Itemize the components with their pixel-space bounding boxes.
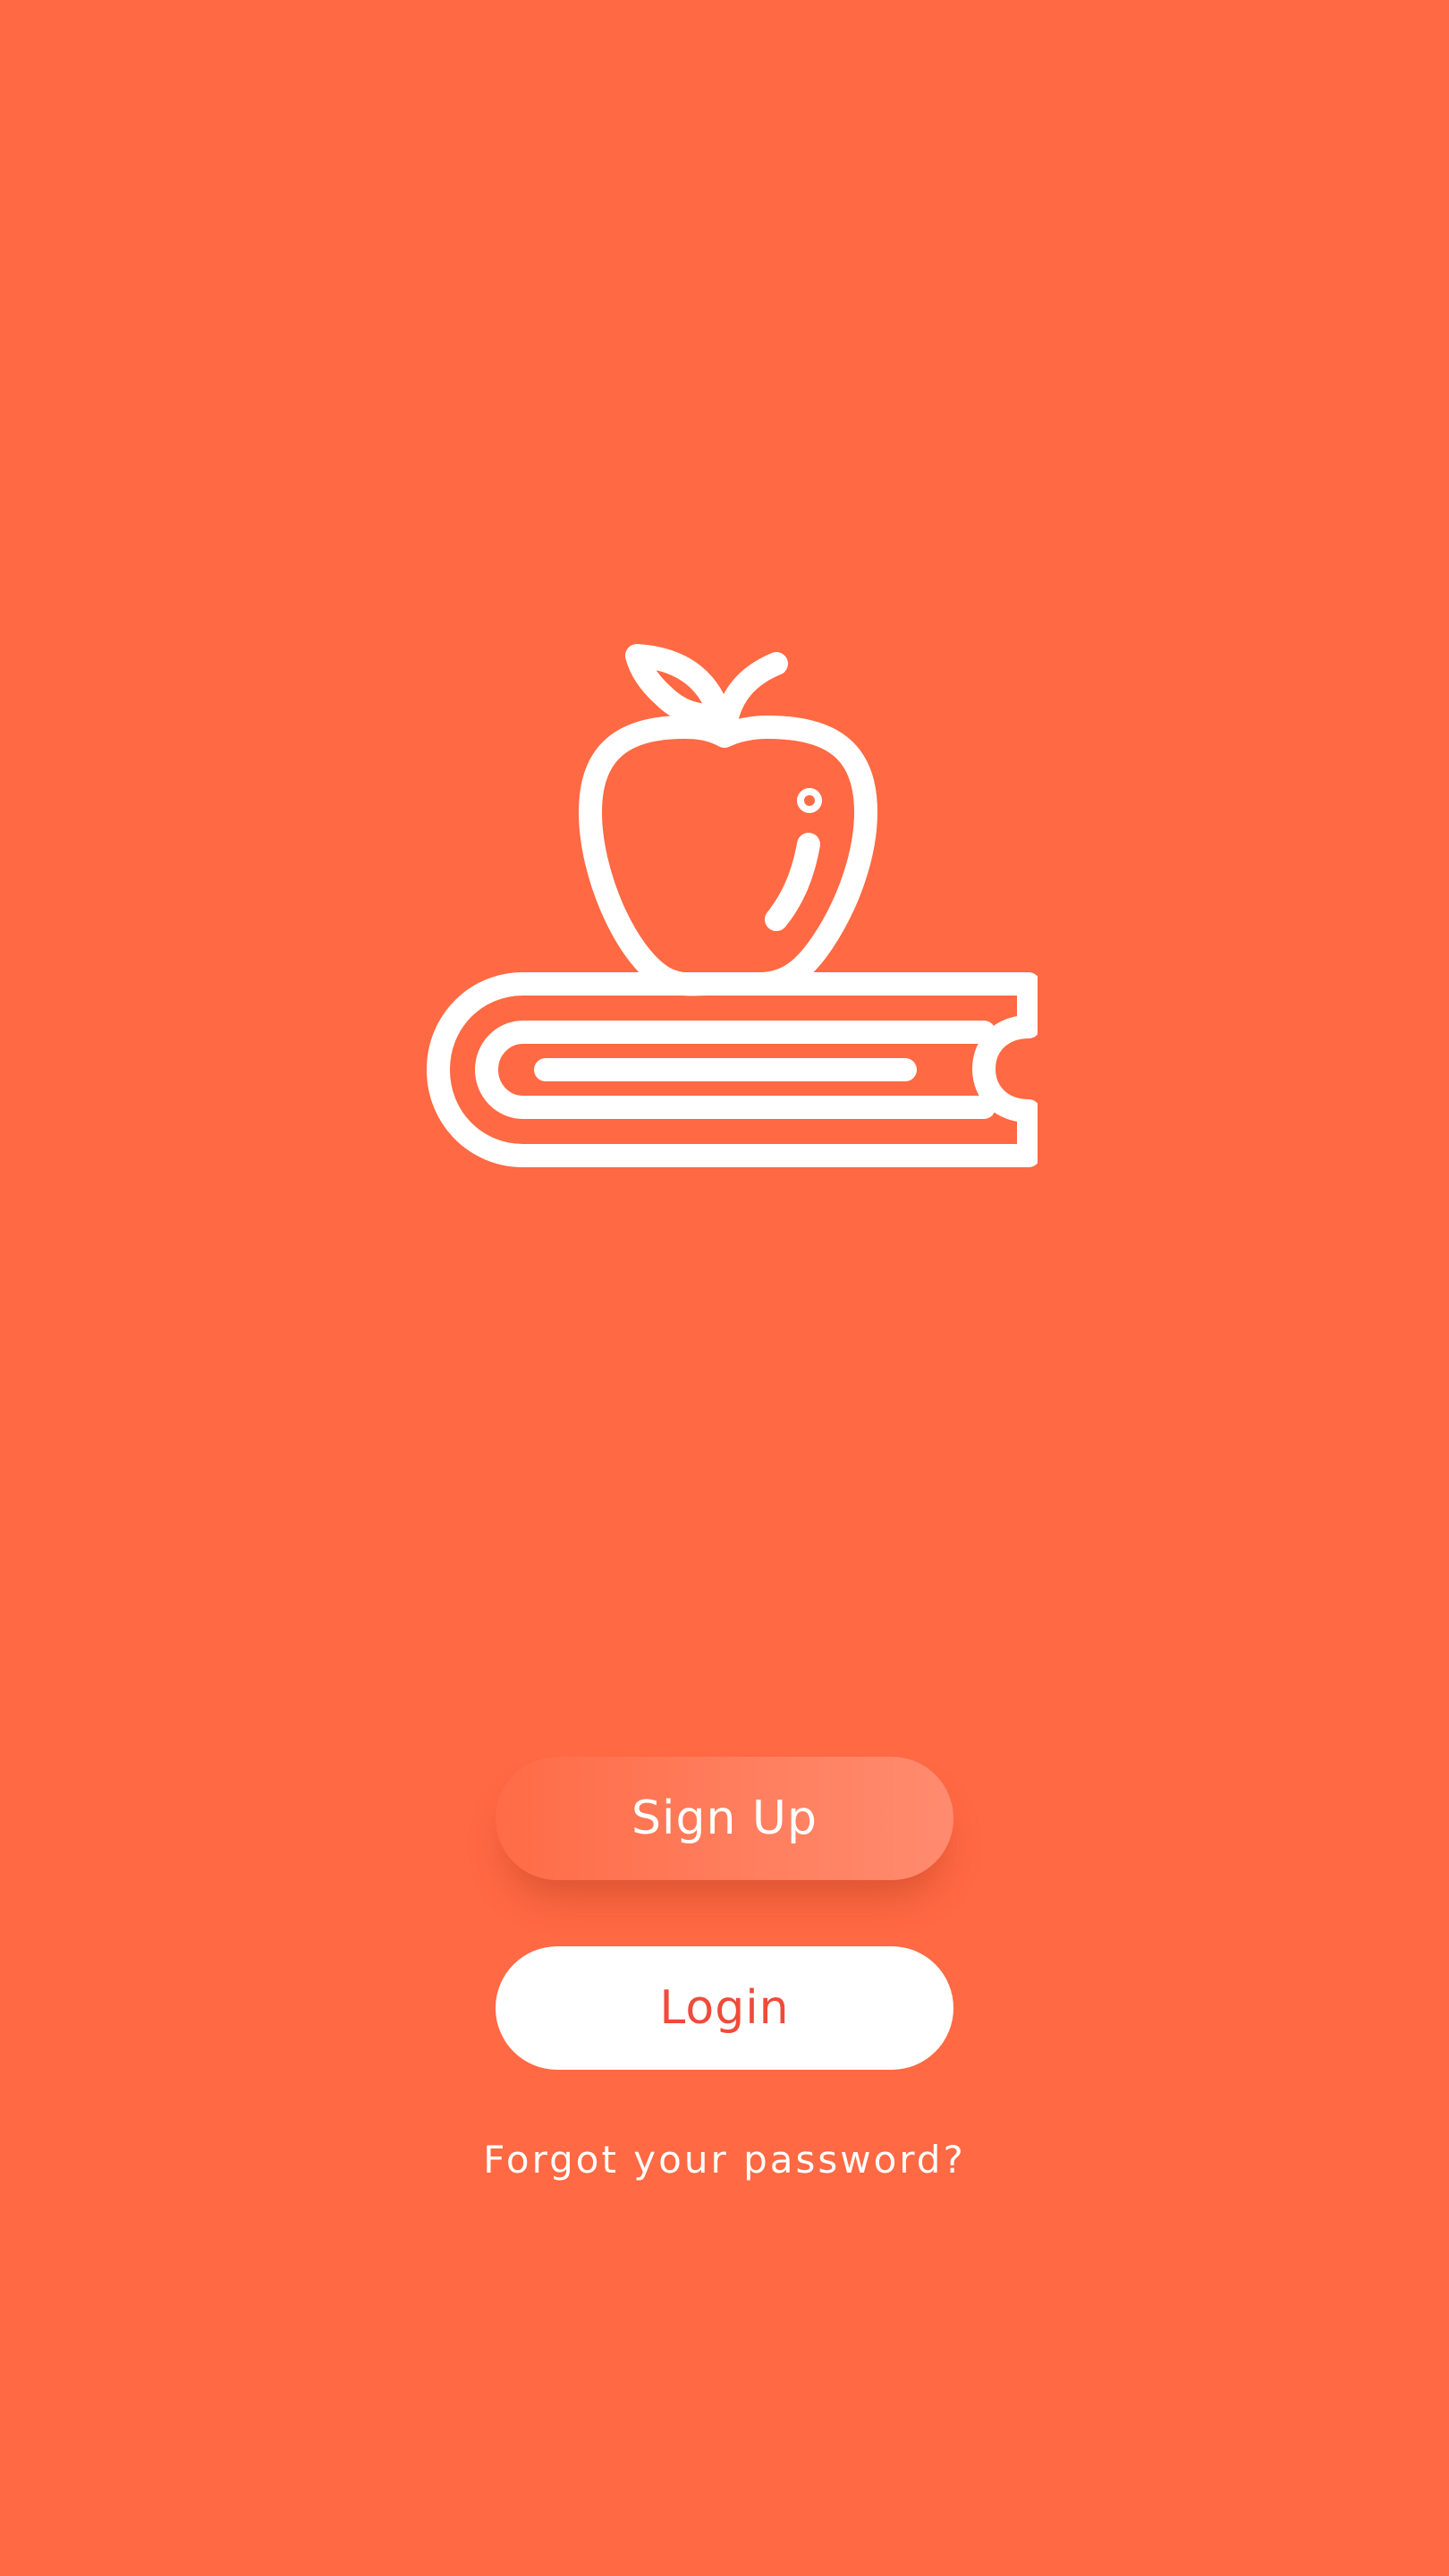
apple-on-books-icon [411,642,1038,1183]
welcome-screen: Sign Up Login Forgot your password? [0,0,1449,2576]
login-button[interactable]: Login [496,1946,953,2070]
sign-up-button[interactable]: Sign Up [496,1757,953,1880]
login-label: Login [659,1981,790,2035]
sign-up-label: Sign Up [631,1792,818,1845]
forgot-password-link[interactable]: Forgot your password? [0,2138,1449,2182]
